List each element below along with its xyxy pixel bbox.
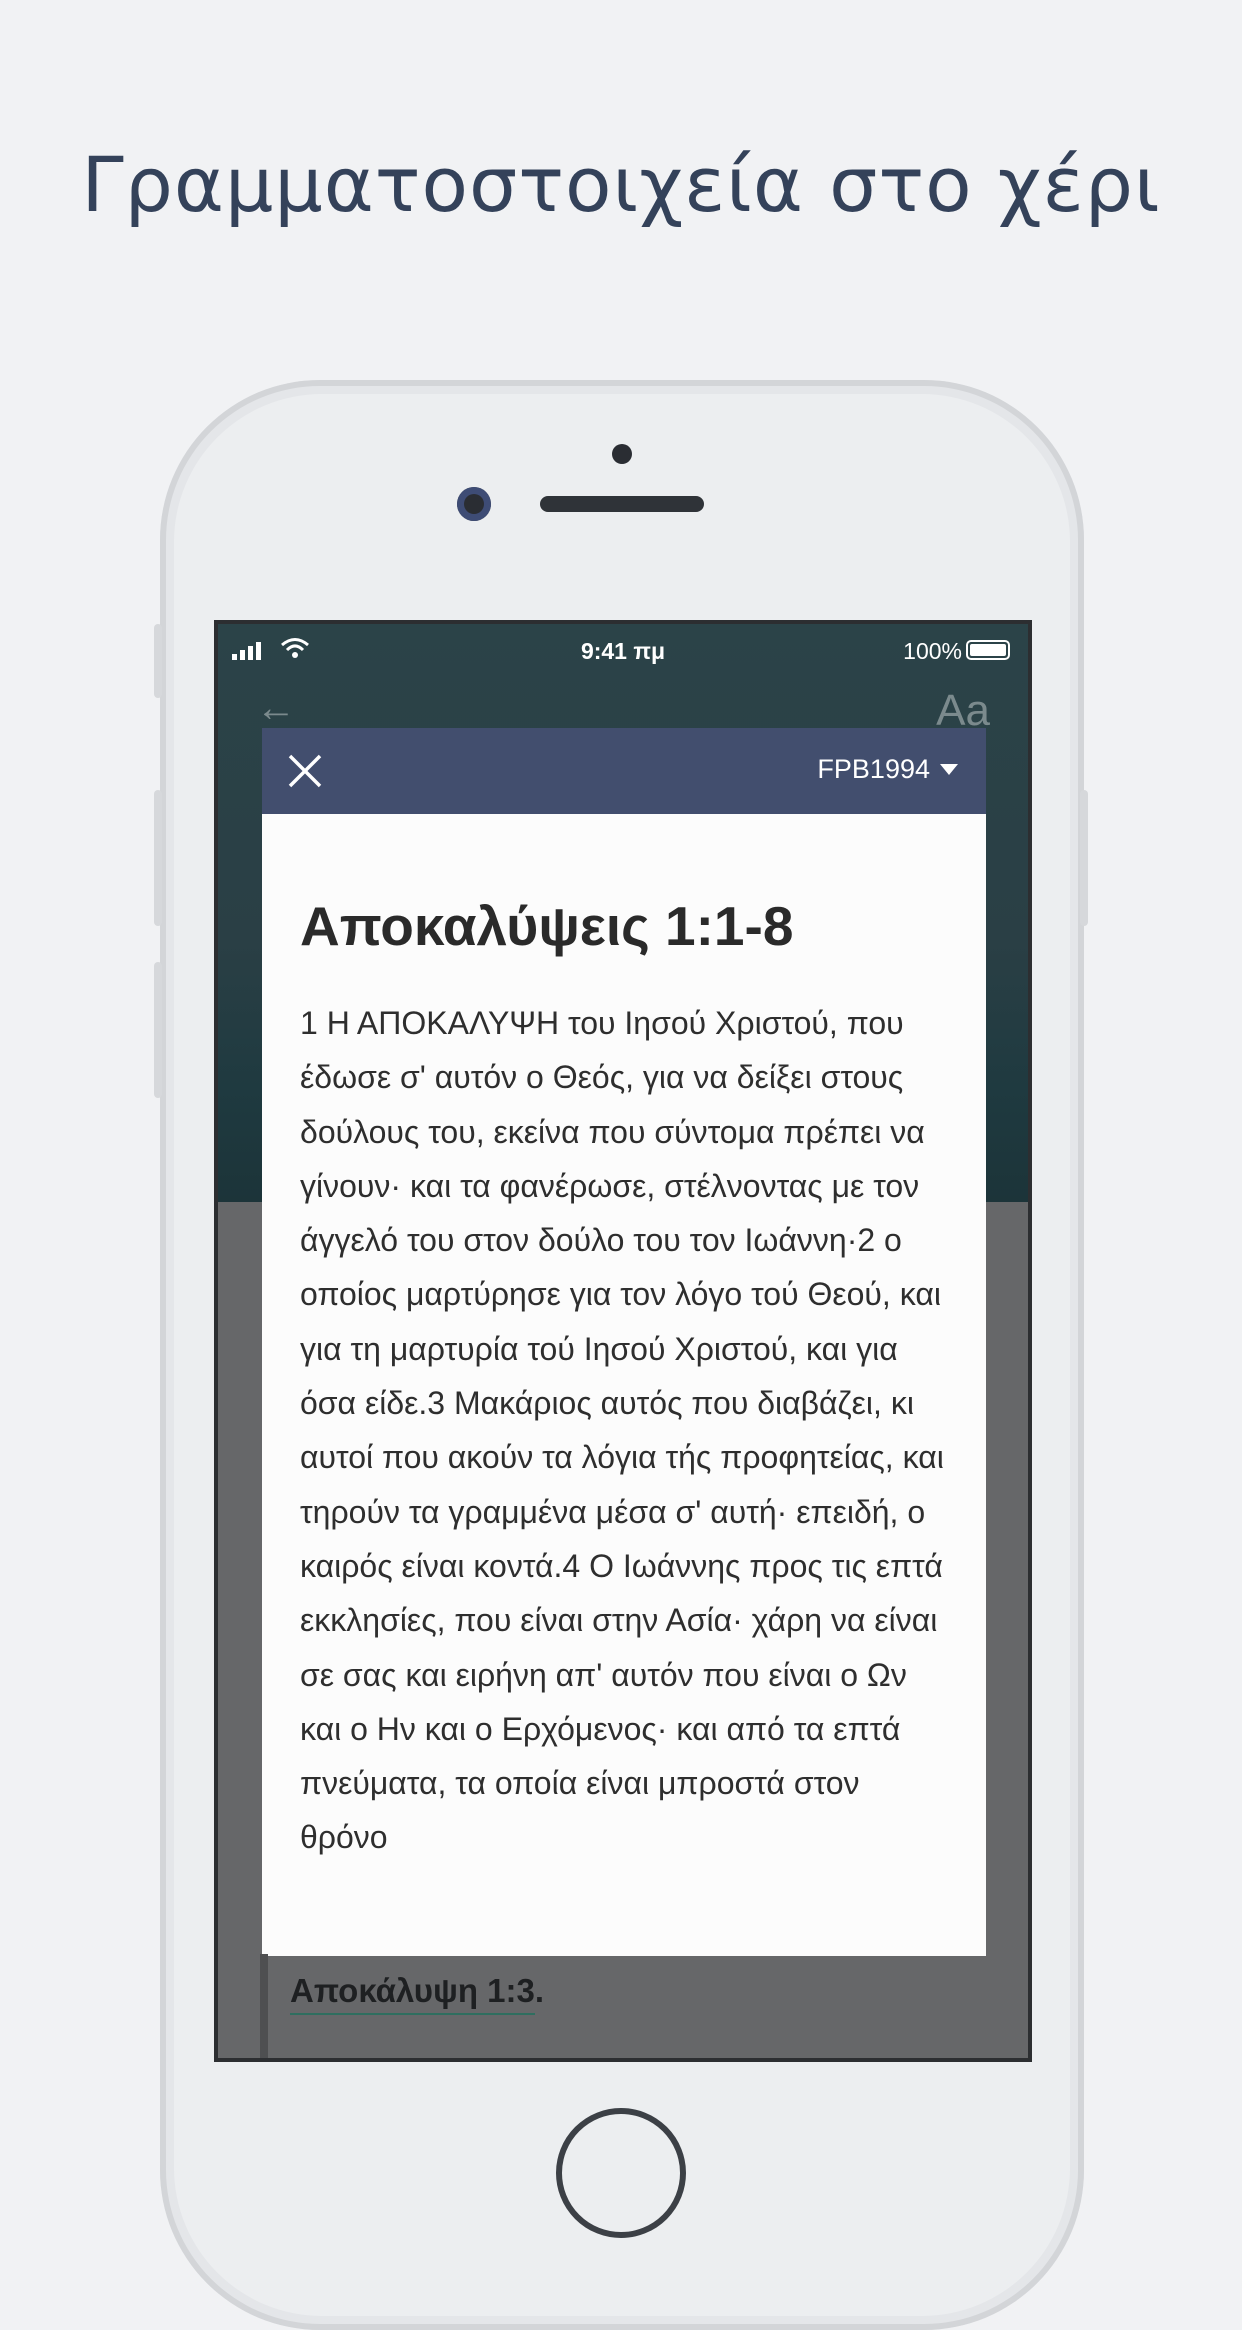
quote-bar [260,1954,268,2058]
arrow-left-icon[interactable]: ← [256,686,296,731]
phone-screen: 9:41 πμ 100% ← Aa FPB1994 Αποκαλύψεις 1:… [214,620,1032,2062]
phone-home-button[interactable] [556,2108,686,2238]
chevron-down-icon [940,764,958,775]
phone-sensor [612,444,632,464]
version-label: FPB1994 [817,754,930,784]
phone-speaker [540,496,704,512]
phone-mute-switch [154,624,162,698]
scripture-link[interactable]: Αποκάλυψη 1:3 [290,1972,535,2015]
passage-text: 1 Η ΑΠΟΚΑΛΥΨΗ του Ιησού Χριστού, που έδω… [300,1005,944,1856]
scripture-link-suffix: . [534,1972,545,2009]
passage-title: Αποκαλύψεις 1:1-8 [300,895,794,957]
phone-camera [457,487,491,521]
phone-power-button [1080,790,1088,926]
scripture-reference[interactable]: Αποκάλυψη 1:3. [290,1972,545,2015]
status-bar: 9:41 πμ 100% [218,624,1028,674]
battery-percentage: 100% [903,638,962,664]
page-headline: Γραμματοστοιχεία στο χέρι [81,140,1161,229]
phone-volume-down [154,962,162,1098]
close-icon[interactable] [286,752,324,790]
modal-header: FPB1994 [262,728,986,814]
battery-icon [966,640,1010,660]
phone-volume-up [154,790,162,926]
version-dropdown[interactable]: FPB1994 [817,754,958,785]
passage-modal: FPB1994 Αποκαλύψεις 1:1-8 1 Η ΑΠΟΚΑΛΥΨΗ … [262,728,986,1956]
